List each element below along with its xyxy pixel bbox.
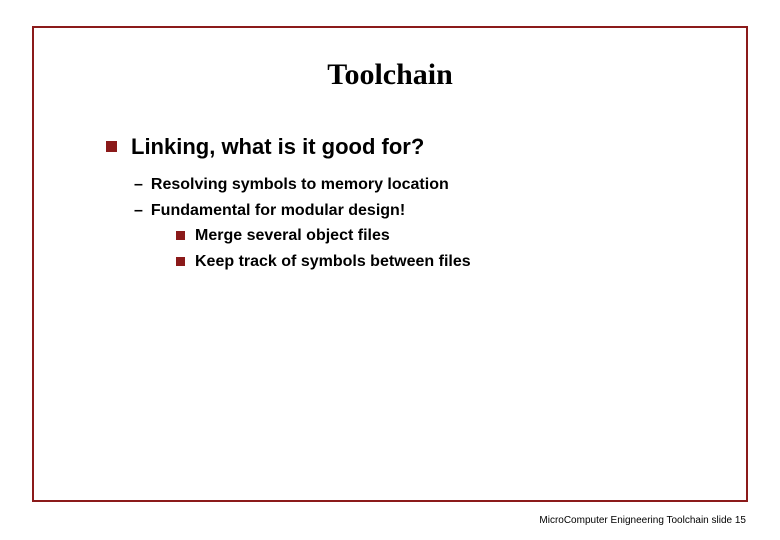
dash-icon: –: [134, 200, 143, 222]
dash-icon: –: [134, 174, 143, 196]
subsub-point-text: Keep track of symbols between files: [195, 251, 471, 273]
list-item: Merge several object files: [176, 225, 706, 247]
sub-point-text: Resolving symbols to memory location: [151, 174, 449, 196]
slide-title: Toolchain: [34, 58, 746, 92]
sub-point-text: Fundamental for modular design!: [151, 200, 405, 222]
subsub-point-text: Merge several object files: [195, 225, 390, 247]
heading-text: Linking, what is it good for?: [131, 134, 424, 160]
list-item: Linking, what is it good for?: [106, 134, 706, 160]
bullet-icon: [176, 231, 185, 240]
bullet-icon: [106, 141, 117, 152]
bullet-icon: [176, 257, 185, 266]
slide-content: Linking, what is it good for? – Resolvin…: [34, 134, 746, 272]
list-item: – Resolving symbols to memory location: [134, 174, 706, 196]
slide-border: Toolchain Linking, what is it good for? …: [32, 26, 748, 502]
slide-footer: MicroComputer Enigneering Toolchain slid…: [539, 515, 746, 526]
list-item: – Fundamental for modular design!: [134, 200, 706, 222]
list-item: Keep track of symbols between files: [176, 251, 706, 273]
